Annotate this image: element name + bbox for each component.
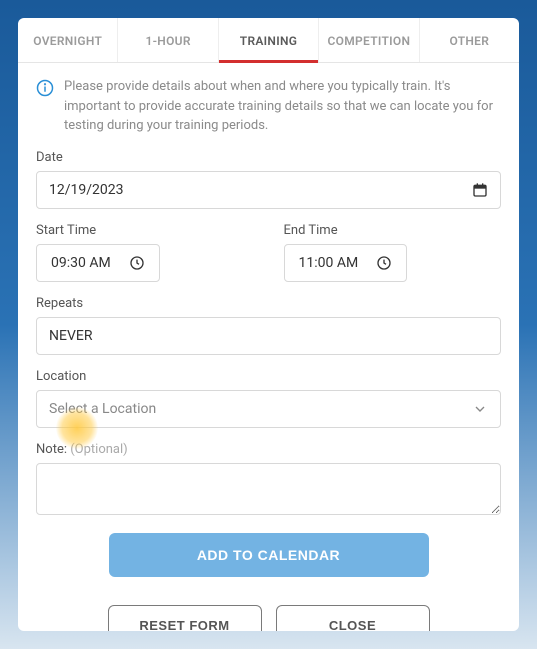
start-time-label: Start Time bbox=[36, 223, 254, 238]
start-time-field: Start Time 09:30 AM bbox=[36, 223, 254, 282]
repeats-input[interactable] bbox=[36, 317, 501, 355]
form-card: OVERNIGHT 1-HOUR TRAINING COMPETITION OT… bbox=[18, 18, 519, 631]
form-content: Please provide details about when and wh… bbox=[18, 63, 519, 631]
start-time-value: 09:30 AM bbox=[51, 255, 111, 271]
button-row: RESET FORM CLOSE bbox=[36, 605, 501, 632]
tab-overnight[interactable]: OVERNIGHT bbox=[18, 18, 118, 62]
tab-1hour[interactable]: 1-HOUR bbox=[118, 18, 218, 62]
repeats-field: Repeats bbox=[36, 296, 501, 355]
tabs-bar: OVERNIGHT 1-HOUR TRAINING COMPETITION OT… bbox=[18, 18, 519, 63]
tab-training[interactable]: TRAINING bbox=[219, 18, 319, 62]
note-label: Note: (Optional) bbox=[36, 442, 501, 457]
repeats-label: Repeats bbox=[36, 296, 501, 311]
location-placeholder: Select a Location bbox=[49, 401, 156, 417]
chevron-down-icon bbox=[472, 401, 488, 417]
end-time-value: 11:00 AM bbox=[299, 255, 359, 271]
tab-competition[interactable]: COMPETITION bbox=[319, 18, 419, 62]
info-banner: Please provide details about when and wh… bbox=[36, 77, 501, 136]
end-time-input[interactable]: 11:00 AM bbox=[284, 244, 408, 282]
add-to-calendar-button[interactable]: ADD TO CALENDAR bbox=[109, 533, 429, 577]
location-field: Location Select a Location bbox=[36, 369, 501, 428]
date-label: Date bbox=[36, 150, 501, 165]
reset-form-button[interactable]: RESET FORM bbox=[108, 605, 262, 632]
date-input[interactable]: 12/19/2023 bbox=[36, 171, 501, 209]
start-time-input[interactable]: 09:30 AM bbox=[36, 244, 160, 282]
date-field: Date 12/19/2023 bbox=[36, 150, 501, 209]
clock-icon bbox=[129, 255, 145, 271]
close-button[interactable]: CLOSE bbox=[276, 605, 430, 632]
end-time-field: End Time 11:00 AM bbox=[284, 223, 502, 282]
info-text: Please provide details about when and wh… bbox=[64, 77, 501, 136]
end-time-label: End Time bbox=[284, 223, 502, 238]
note-optional: (Optional) bbox=[70, 442, 127, 457]
info-icon bbox=[36, 79, 54, 97]
date-value: 12/19/2023 bbox=[49, 182, 124, 198]
location-select[interactable]: Select a Location bbox=[36, 390, 501, 428]
location-label: Location bbox=[36, 369, 501, 384]
tab-other[interactable]: OTHER bbox=[420, 18, 519, 62]
note-textarea[interactable] bbox=[36, 463, 501, 515]
calendar-icon bbox=[472, 182, 488, 198]
clock-icon bbox=[376, 255, 392, 271]
note-field: Note: (Optional) bbox=[36, 442, 501, 519]
